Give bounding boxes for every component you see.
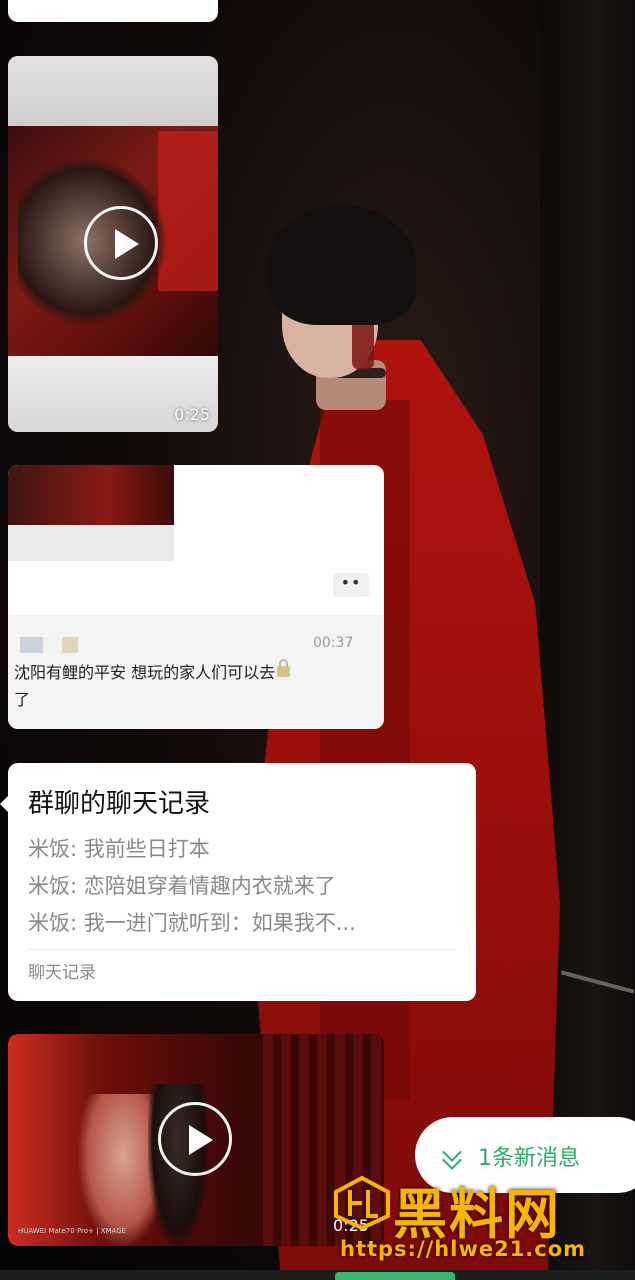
- site-url: https://hlwe21.com: [340, 1237, 587, 1261]
- lock-icon: [277, 659, 291, 677]
- thumbnail-image: [8, 465, 174, 525]
- background-wall: [540, 0, 635, 1280]
- person-hair: [268, 205, 416, 325]
- message-text: 沈阳有鲤的平安 想玩的家人们可以去 了: [14, 659, 354, 713]
- video-duration: 0:25: [174, 405, 210, 424]
- new-message-label: 1条新消息: [478, 1146, 580, 1171]
- video-message-2[interactable]: 0:25 HUAWEI Mate70 Pro+ | XMAGE: [8, 1034, 384, 1246]
- bottom-green-tab: [335, 1272, 455, 1280]
- bubble-tail: [0, 795, 9, 813]
- chat-record-line: 米饭: 我前些日打本: [28, 837, 210, 861]
- bottom-bar: [0, 1270, 635, 1280]
- chat-record-title: 群聊的聊天记录: [28, 789, 211, 819]
- chat-record-card[interactable]: 群聊的聊天记录 米饭: 我前些日打本 米饭: 恋陪姐穿着情趣内衣就来了 米饭: …: [0, 763, 476, 1001]
- play-icon[interactable]: [84, 206, 158, 280]
- chat-record-line: 米饭: 恋陪姐穿着情趣内衣就来了: [28, 874, 336, 898]
- forwarded-message-card[interactable]: •• 00:37 沈阳有鲤的平安 想玩的家人们可以去 了: [8, 465, 384, 729]
- message-text-tail: 了: [14, 690, 31, 709]
- avatar: [20, 637, 78, 653]
- video-message-1[interactable]: 0:25: [8, 56, 218, 432]
- chat-record-footer: 聊天记录: [28, 963, 96, 983]
- divider: [28, 949, 456, 950]
- chat-record-line: 米饭: 我一进门就听到：如果我不...: [28, 911, 356, 935]
- play-icon[interactable]: [158, 1102, 232, 1176]
- message-time: 00:37: [313, 635, 354, 651]
- previous-message-bubble[interactable]: [8, 0, 218, 22]
- message-text-main: 沈阳有鲤的平安 想玩的家人们可以去: [14, 663, 276, 682]
- more-icon[interactable]: ••: [333, 573, 369, 597]
- site-logo-icon: [334, 1176, 390, 1230]
- camera-watermark: HUAWEI Mate70 Pro+ | XMAGE: [18, 1227, 127, 1235]
- video-frame-top: [8, 56, 218, 126]
- message-thumbnail[interactable]: [8, 465, 174, 561]
